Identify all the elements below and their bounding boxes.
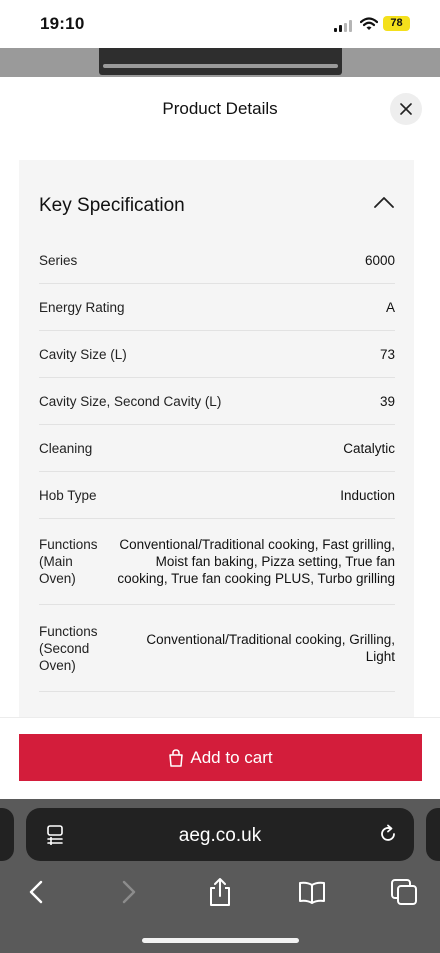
reload-icon[interactable] [378, 824, 398, 844]
browser-nav-row [0, 877, 440, 911]
key-specification-heading[interactable]: Key Specification [39, 195, 185, 217]
tabs-button[interactable] [390, 877, 418, 907]
forward-icon [122, 880, 136, 904]
spec-row-energy-rating: Energy Rating A [39, 284, 395, 331]
status-time: 19:10 [40, 14, 85, 33]
spec-label: Hob Type [39, 487, 97, 503]
spec-row-cavity-size-second: Cavity Size, Second Cavity (L) 39 [39, 378, 395, 425]
spec-row-hob-type: Hob Type Induction [39, 472, 395, 519]
spec-value: A [385, 299, 395, 315]
back-button[interactable] [22, 877, 50, 907]
address-bar[interactable]: aeg.co.uk [26, 808, 414, 861]
spec-row-cleaning: Cleaning Catalytic [39, 425, 395, 472]
spec-value: 6000 [364, 252, 395, 268]
spec-label: Energy Rating [39, 299, 125, 315]
oven-image [99, 48, 342, 75]
cellular-signal-icon [334, 20, 354, 32]
close-icon [400, 103, 412, 115]
spec-label: Functions (Second Oven) [39, 623, 98, 673]
sheet-title: Product Details [162, 99, 278, 118]
forward-button[interactable] [115, 877, 143, 907]
spec-value: Conventional/Traditional cooking, Fast g… [117, 537, 395, 586]
spec-row-functions-second-oven: Functions (Second Oven) Conventional/Tra… [39, 605, 395, 692]
browser-toolbar: aeg.co.uk [0, 799, 440, 953]
add-to-cart-button[interactable]: Add to cart [19, 734, 422, 781]
chevron-up-icon[interactable] [373, 195, 395, 209]
cart-bar: Add to cart [0, 717, 440, 799]
share-button[interactable] [206, 877, 234, 907]
spec-row-functions-main-oven: Functions (Main Oven) Conventional/Tradi… [39, 519, 395, 605]
share-icon [210, 878, 230, 906]
background-product-image [0, 48, 440, 77]
spec-label: Functions (Main Oven) [39, 537, 98, 586]
bookmarks-icon [299, 881, 325, 904]
spec-value: 39 [379, 393, 395, 409]
spec-value: Conventional/Traditional cooking, Grilli… [146, 632, 395, 664]
close-button[interactable] [390, 93, 422, 125]
spec-row-series: Series 6000 [39, 237, 395, 284]
status-bar: 19:10 78 [0, 0, 440, 48]
home-indicator [142, 938, 299, 943]
spec-value: Catalytic [343, 440, 395, 456]
wifi-icon [360, 17, 378, 30]
tabs-icon [391, 879, 417, 905]
spec-label: Cavity Size, Second Cavity (L) [39, 393, 222, 409]
spec-row-cavity-size: Cavity Size (L) 73 [39, 331, 395, 378]
spec-label: Cleaning [39, 440, 93, 456]
key-specification-panel: Key Specification Series 6000 Energy Rat… [19, 160, 414, 720]
bookmarks-button[interactable] [298, 877, 326, 907]
spec-value: Induction [340, 487, 395, 503]
shopping-bag-icon [169, 748, 184, 767]
back-icon [29, 880, 43, 904]
product-details-sheet: Product Details Key Specification Series… [0, 77, 440, 720]
spec-value: 73 [379, 346, 395, 362]
spec-label: Cavity Size (L) [39, 346, 127, 362]
battery-indicator: 78 [383, 16, 410, 31]
previous-tab-preview[interactable] [0, 808, 14, 861]
next-tab-preview[interactable] [426, 808, 440, 861]
spec-table: Series 6000 Energy Rating A Cavity Size … [39, 237, 395, 692]
add-to-cart-label: Add to cart [190, 747, 273, 767]
spec-label: Series [39, 252, 78, 268]
url-text[interactable]: aeg.co.uk [26, 825, 414, 847]
